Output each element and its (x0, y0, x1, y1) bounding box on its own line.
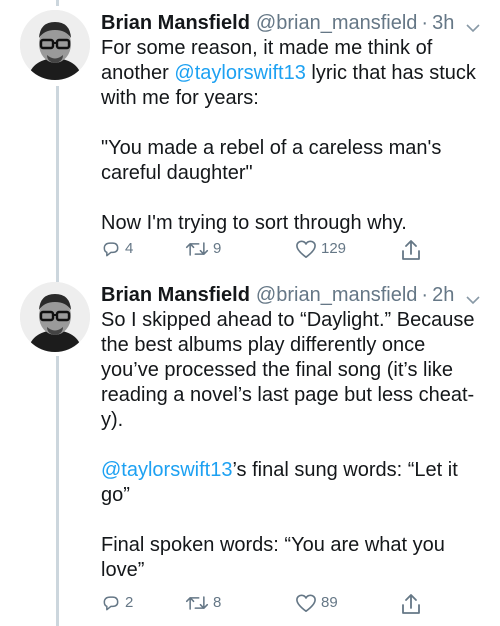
tweet-text-line: So I skipped ahead to “Daylight.” Becaus… (101, 309, 475, 331)
tweet-text-line: careful daughter" (101, 162, 253, 184)
tweet-text: For some reason, it made me think of ano… (101, 36, 480, 236)
avatar-man-glasses-icon (20, 282, 90, 352)
mention-link[interactable]: @taylorswift13 (101, 459, 232, 481)
tweet-text-line: love” (101, 559, 145, 581)
avatar[interactable] (20, 282, 90, 352)
heart-icon (296, 240, 316, 258)
retweet-count: 9 (213, 240, 222, 257)
reply-icon (103, 242, 119, 257)
chevron-down-icon[interactable] (466, 286, 480, 312)
share-button[interactable] (401, 593, 421, 615)
tweet-text-line: y). (101, 409, 124, 431)
reply-count: 4 (125, 240, 134, 257)
separator-dot: · (421, 284, 429, 306)
tweet-text-line: "You made a rebel of a careless man's (101, 137, 442, 159)
tweet-actions: 4 9 129 (101, 239, 441, 263)
avatar[interactable] (20, 10, 90, 80)
tweet-text-line: reading a novel’s last page but less che… (101, 384, 475, 406)
mention-link[interactable]: @taylorswift13 (174, 62, 305, 84)
thread-line-top (56, 0, 59, 6)
share-icon (402, 594, 420, 614)
text-segment: ’s final sung words: “Let it (232, 459, 458, 481)
share-icon (402, 240, 420, 260)
tweet-actions: 2 8 89 (101, 593, 441, 617)
reply-icon (103, 596, 119, 611)
tweet-2[interactable]: Brian Mansfield @brian_mansfield · 2h So… (0, 282, 500, 626)
tweet-text: So I skipped ahead to “Daylight.” Becaus… (101, 308, 480, 583)
tweet-text-line: the best albums play differently once (101, 334, 426, 356)
retweet-count: 8 (213, 594, 222, 611)
text-segment: another (101, 62, 175, 84)
tweet-text-line: Now I'm trying to sort through why. (101, 212, 407, 234)
tweet-text-line: @taylorswift13’s final sung words: “Let … (101, 458, 480, 483)
author-name[interactable]: Brian Mansfield (101, 282, 250, 308)
tweet-text-line: go” (101, 484, 130, 506)
author-name[interactable]: Brian Mansfield (101, 10, 250, 36)
tweet-1[interactable]: Brian Mansfield @brian_mansfield · 3h Fo… (0, 10, 500, 272)
timestamp[interactable]: 3h (432, 10, 454, 36)
share-button[interactable] (401, 239, 421, 261)
tweet-content: Brian Mansfield @brian_mansfield · 2h So… (101, 282, 480, 614)
reply-button[interactable]: 2 (101, 593, 133, 613)
reply-button[interactable]: 4 (101, 239, 133, 259)
heart-icon (296, 594, 316, 612)
like-button[interactable]: 89 (295, 593, 338, 613)
retweet-button[interactable]: 8 (185, 593, 221, 613)
like-count: 129 (321, 240, 347, 257)
tweet-text-line: another @taylorswift13 lyric that has st… (101, 61, 480, 86)
tweet-header: Brian Mansfield @brian_mansfield · 2h (101, 282, 480, 308)
tweet-text-line: with me for years: (101, 87, 259, 109)
avatar-man-glasses-icon (20, 10, 90, 80)
tweet-text-line: you’ve processed the final song (it’s li… (101, 359, 454, 381)
text-segment: lyric that has stuck (305, 62, 476, 84)
chevron-down-icon[interactable] (466, 14, 480, 40)
author-handle[interactable]: @brian_mansfield (256, 10, 418, 36)
tweet-header: Brian Mansfield @brian_mansfield · 3h (101, 10, 480, 36)
tweet-content: Brian Mansfield @brian_mansfield · 3h Fo… (101, 10, 480, 260)
like-button[interactable]: 129 (295, 239, 346, 259)
retweet-icon (185, 596, 209, 610)
tweet-text-line: For some reason, it made me think of (101, 37, 433, 59)
author-handle[interactable]: @brian_mansfield (256, 282, 418, 308)
timestamp[interactable]: 2h (432, 282, 454, 308)
tweet-text-line: Final spoken words: “You are what you (101, 534, 445, 556)
like-count: 89 (321, 594, 338, 611)
reply-count: 2 (125, 594, 134, 611)
retweet-button[interactable]: 9 (185, 239, 221, 259)
separator-dot: · (421, 12, 429, 34)
retweet-icon (185, 242, 209, 256)
